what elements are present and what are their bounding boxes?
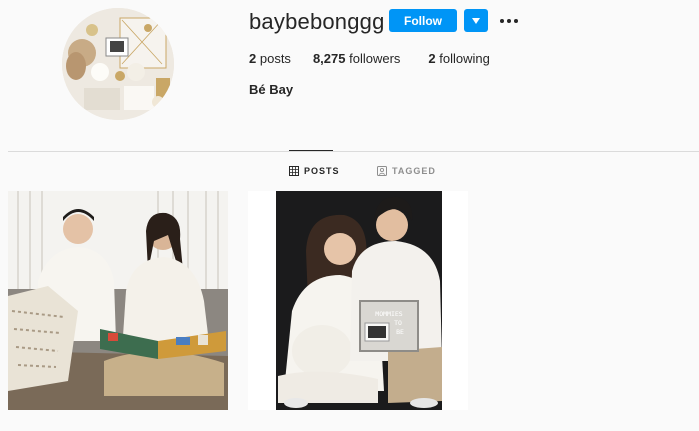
tagged-user-icon (377, 166, 387, 176)
board-text-line-3: BE (396, 328, 404, 336)
profile-avatar[interactable] (62, 8, 174, 120)
following-count[interactable]: 2 following (428, 51, 489, 66)
profile-stats: 2 posts 8,275 followers 2 following (249, 51, 512, 66)
post-thumbnail-2[interactable]: MOMMIES TO BE (248, 191, 468, 410)
board-text-line-1: MOMMIES (375, 310, 402, 318)
followers-count-value: 8,275 (312, 51, 346, 66)
suggested-dropdown-button[interactable] (464, 9, 488, 32)
post-thumbnail-1[interactable] (8, 191, 228, 410)
photo-couple-reading-book (8, 191, 228, 410)
followers-count[interactable]: 8,275 followers (313, 51, 400, 66)
photo-couple-ultrasound-board: MOMMIES TO BE (248, 191, 468, 410)
profile-username: baybebonggg (249, 9, 385, 34)
following-count-value: 2 (428, 51, 436, 66)
tab-posts-label: POSTS (304, 166, 340, 176)
more-options-button[interactable] (498, 11, 520, 31)
followers-count-label: followers (349, 51, 401, 66)
tab-tagged[interactable]: TAGGED (377, 166, 436, 176)
tabs-divider (8, 151, 699, 152)
tab-tagged-label: TAGGED (392, 166, 436, 176)
following-count-label: following (439, 51, 490, 66)
board-text-line-2: TO (394, 319, 402, 327)
tab-posts[interactable]: POSTS (289, 166, 340, 176)
posts-count-value: 2 (249, 51, 257, 66)
follow-button[interactable]: Follow (389, 9, 457, 32)
caret-down-icon (472, 17, 480, 24)
profile-full-name: Bé Bay (249, 82, 294, 97)
posts-count: 2 posts (249, 51, 291, 66)
grid-icon (289, 166, 299, 176)
posts-count-label: posts (259, 51, 291, 66)
active-tab-indicator (289, 150, 333, 151)
more-horizontal-icon (500, 19, 518, 23)
avatar-image (62, 8, 174, 120)
